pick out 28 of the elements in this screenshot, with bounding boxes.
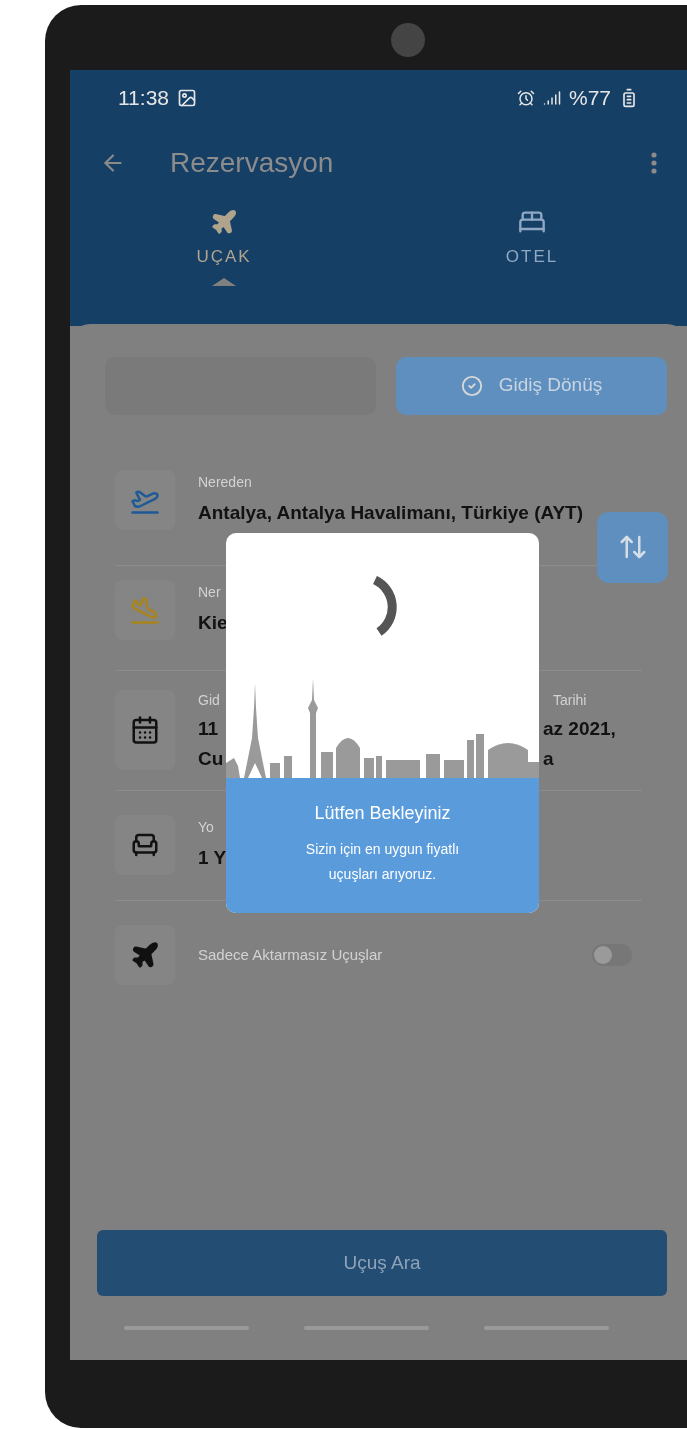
plane-icon	[210, 208, 238, 236]
more-menu-button[interactable]	[651, 151, 657, 174]
dialog-message: Sizin için en uygun fiyatlı uçuşları arıyoruz.	[304, 840, 461, 884]
calendar-icon	[130, 715, 160, 745]
tab[interactable]: OTEL	[378, 200, 686, 286]
gallery-notification-icon	[177, 87, 197, 108]
camera-hole	[391, 23, 425, 57]
battery-percentage: %77	[568, 84, 611, 111]
passenger-field[interactable]: Yo 1 Y	[198, 817, 227, 873]
return-date-field[interactable]: Tarihi az 2021, a	[543, 689, 616, 771]
plane-icon	[130, 940, 160, 970]
tab[interactable]: UÇAK	[70, 200, 378, 286]
check-icon	[460, 374, 483, 397]
route-field[interactable]: Ner Kie	[198, 582, 228, 638]
arrival-plane-icon	[130, 595, 160, 625]
screen-title: Rezervasyon	[170, 145, 334, 180]
direct-flights-label: Sadece Aktarmasız Uçuşlar	[198, 944, 383, 965]
direct-flights-switch[interactable]	[592, 944, 632, 966]
route-field[interactable]: Nereden Antalya, Antalya Havalimanı, Türkiye (AYT)	[198, 471, 584, 528]
signal-icon	[542, 88, 561, 107]
status-time: 11:38	[118, 84, 169, 111]
swap-button[interactable]	[597, 511, 668, 583]
dialog-title: Lütfen Bekleyiniz	[314, 802, 451, 825]
alarm-icon	[516, 88, 535, 107]
more-icon	[651, 151, 657, 174]
tab-indicator	[212, 277, 236, 286]
search-flights-button[interactable]: Uçuş Ara	[97, 1230, 667, 1296]
departure-date-field[interactable]: Gid 11 Cu	[198, 689, 520, 771]
